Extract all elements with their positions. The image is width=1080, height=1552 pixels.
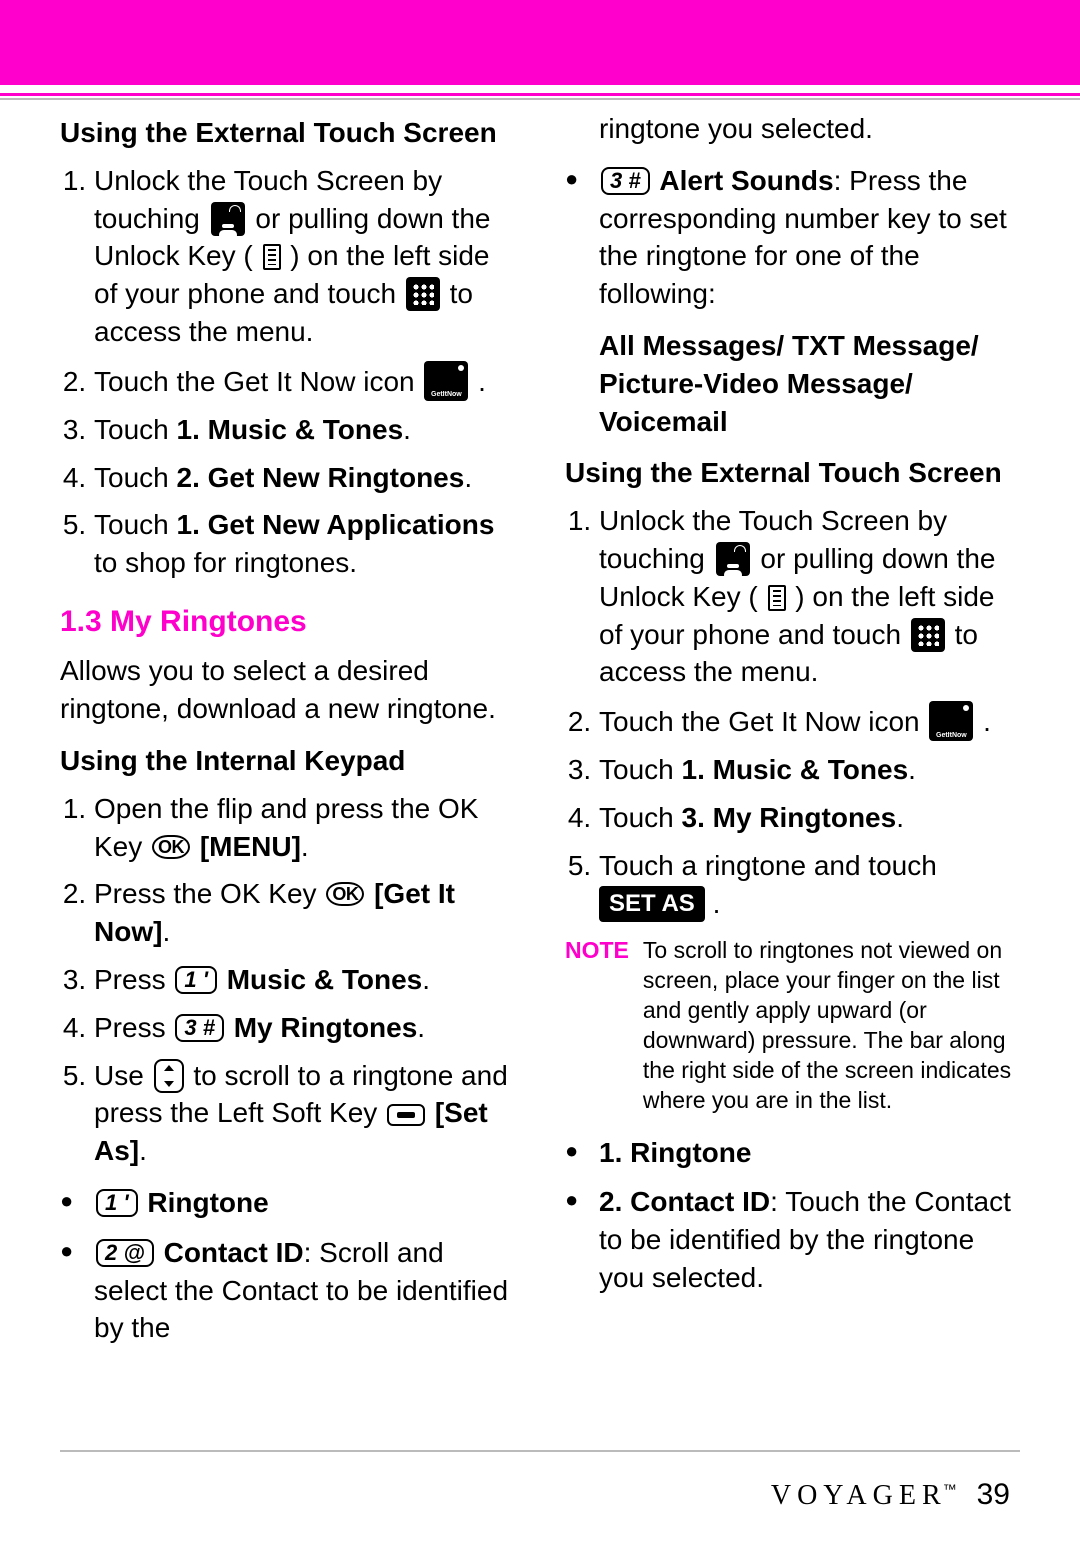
key-1-icon: 1 ': [96, 1189, 138, 1217]
step-c1: Unlock the Touch Screen by touching or p…: [599, 502, 1020, 691]
note-block: NOTE To scroll to ringtones not viewed o…: [565, 936, 1020, 1115]
step-a1: Unlock the Touch Screen by touching or p…: [94, 162, 515, 351]
step-b3: Press 1 ' Music & Tones.: [94, 961, 515, 999]
step-b4: Press 3 # My Ringtones.: [94, 1009, 515, 1047]
key-2-icon: 2 @: [96, 1239, 154, 1267]
bullet-alert-sounds: 3 # Alert Sounds: Press the correspondin…: [565, 162, 1020, 313]
header-bar: [0, 0, 1080, 85]
key-3-icon: 3 #: [175, 1014, 224, 1042]
bullet-ringtone: 1 ' Ringtone: [60, 1184, 515, 1222]
unlock-touch-icon: [211, 202, 245, 236]
right-column: ringtone you selected. 3 # Alert Sounds:…: [565, 110, 1020, 1422]
step-c5: Touch a ringtone and touch SET AS .: [599, 847, 1020, 923]
content-area: Using the External Touch Screen Unlock t…: [60, 110, 1020, 1422]
bullet-list-alert: 3 # Alert Sounds: Press the correspondin…: [565, 162, 1020, 313]
bullet-2-contact-id: 2. Contact ID: Touch the Contact to be i…: [565, 1183, 1020, 1296]
key-3-icon: 3 #: [601, 167, 650, 195]
unlock-key-icon: [768, 585, 786, 611]
divider-line: [0, 98, 1080, 100]
step-b2: Press the OK Key OK [Get It Now].: [94, 875, 515, 951]
unlock-touch-icon: [716, 542, 750, 576]
footer-divider: [60, 1450, 1020, 1452]
get-it-now-icon: [424, 361, 468, 401]
brand-name: VOYAGER™: [771, 1479, 957, 1512]
note-text: To scroll to ringtones not viewed on scr…: [643, 936, 1020, 1115]
manual-page: Using the External Touch Screen Unlock t…: [0, 0, 1080, 1552]
alert-message-types: All Messages/ TXT Message/ Picture-Video…: [565, 327, 1020, 440]
left-column: Using the External Touch Screen Unlock t…: [60, 110, 515, 1422]
step-a4: Touch 2. Get New Ringtones.: [94, 459, 515, 497]
continuation-text: ringtone you selected.: [565, 110, 1020, 148]
note-label: NOTE: [565, 936, 629, 1115]
subheading-external-touch-2: Using the External Touch Screen: [565, 454, 1020, 492]
menu-grid-icon: [911, 618, 945, 652]
step-c3: Touch 1. Music & Tones.: [599, 751, 1020, 789]
section-1-3-desc: Allows you to select a desired ringtone,…: [60, 652, 515, 728]
unlock-key-icon: [263, 244, 281, 270]
bullet-1-ringtone: 1. Ringtone: [565, 1134, 1020, 1172]
bullet-list-left: 1 ' Ringtone 2 @ Contact ID: Scroll and …: [60, 1184, 515, 1347]
subheading-external-touch: Using the External Touch Screen: [60, 114, 515, 152]
page-footer: VOYAGER™ 39: [771, 1478, 1010, 1512]
steps-list-b: Open the flip and press the OK Key OK [M…: [60, 790, 515, 1170]
steps-list-a: Unlock the Touch Screen by touching or p…: [60, 162, 515, 582]
section-1-3-title: 1.3 My Ringtones: [60, 602, 515, 643]
steps-list-c: Unlock the Touch Screen by touching or p…: [565, 502, 1020, 922]
step-c2: Touch the Get It Now icon .: [599, 701, 1020, 741]
menu-grid-icon: [406, 277, 440, 311]
ok-key-icon: OK: [326, 882, 364, 906]
step-a2: Touch the Get It Now icon .: [94, 361, 515, 401]
accent-line: [0, 93, 1080, 96]
step-a5: Touch 1. Get New Applications to shop fo…: [94, 506, 515, 582]
bullet-list-right: 1. Ringtone 2. Contact ID: Touch the Con…: [565, 1134, 1020, 1297]
step-b5: Use to scroll to a ringtone and press th…: [94, 1057, 515, 1170]
bullet-contact-id: 2 @ Contact ID: Scroll and select the Co…: [60, 1234, 515, 1347]
left-soft-key-icon: [387, 1104, 425, 1126]
key-1-icon: 1 ': [175, 966, 217, 994]
nav-updown-icon: [154, 1059, 184, 1093]
step-a3: Touch 1. Music & Tones.: [94, 411, 515, 449]
get-it-now-icon: [929, 701, 973, 741]
subheading-internal-keypad: Using the Internal Keypad: [60, 742, 515, 780]
step-b1: Open the flip and press the OK Key OK [M…: [94, 790, 515, 866]
ok-key-icon: OK: [152, 835, 190, 859]
page-number: 39: [977, 1478, 1010, 1512]
step-c4: Touch 3. My Ringtones.: [599, 799, 1020, 837]
set-as-button-label: SET AS: [599, 886, 705, 922]
